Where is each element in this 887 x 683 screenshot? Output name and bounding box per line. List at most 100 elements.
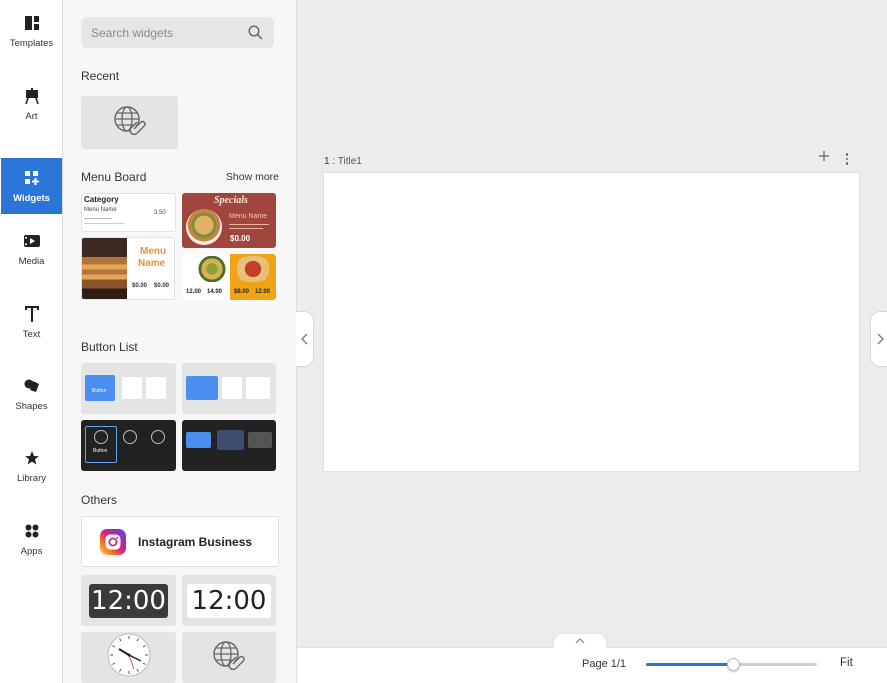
canvas-page[interactable] (324, 173, 859, 471)
specials-item-name: Menu Name (229, 213, 268, 220)
expand-page-strip-button[interactable] (553, 633, 607, 648)
easel-icon (23, 87, 41, 105)
kebab-dot (845, 157, 849, 161)
rail-item-label: Templates (9, 37, 54, 49)
button-preview-circle (123, 430, 137, 444)
kebab-dot (845, 162, 849, 165)
placeholder-line (84, 223, 124, 224)
pancake-image (82, 238, 127, 299)
digital-clock-light-widget[interactable]: 12:00 (182, 575, 276, 626)
button-preview-label: Button (93, 448, 108, 454)
burrito-food (234, 256, 272, 282)
text-icon (23, 305, 41, 323)
rail-item-label: Apps (20, 545, 43, 557)
rail-item-label: Art (25, 110, 38, 122)
food-grid-price-d: 12.00 (255, 289, 271, 295)
page-number: 1 (324, 156, 330, 167)
food-grid-price-c: $8.00 (234, 289, 250, 295)
digital-clock-dark-display: 12:00 (89, 583, 168, 618)
button-preview (217, 430, 244, 450)
category-heading: Category (84, 195, 119, 204)
page-more-options-button[interactable] (840, 151, 854, 167)
menu-board-section-title: Menu Board (81, 170, 147, 184)
media-icon (23, 232, 41, 250)
rail-item-art[interactable]: Art (1, 76, 62, 132)
placeholder-line (84, 218, 112, 219)
button-preview (222, 377, 242, 399)
salad-image (198, 256, 226, 282)
menu-board-menu-name-widget[interactable]: Menu Name $0.00 $0.00 (81, 237, 175, 300)
web-link-icon (211, 639, 247, 676)
category-item-price: 3.50 (154, 210, 166, 216)
digital-clock-light-display: 12:00 (187, 583, 271, 618)
menu-board-food-grid-widget[interactable]: 12.00 14.00 $8.00 12.00 (182, 254, 276, 300)
chevron-up-icon (575, 638, 585, 644)
add-page-button[interactable] (816, 150, 832, 166)
rail-item-label: Text (22, 328, 41, 340)
button-list-dark-widget-1[interactable]: Button (81, 420, 176, 471)
specials-heading: Specials (214, 195, 248, 206)
templates-icon (23, 14, 41, 32)
search-input[interactable] (81, 17, 274, 48)
button-preview-label: Button (92, 388, 107, 394)
fit-to-screen-button[interactable]: Fit (840, 657, 853, 669)
button-preview (122, 377, 142, 399)
menu-board-category-widget[interactable]: Category Menu Name 3.50 (81, 193, 176, 232)
instagram-business-label: Instagram Business (138, 534, 253, 549)
recent-widget-web-link[interactable] (81, 96, 178, 149)
rail-item-apps[interactable]: Apps (1, 511, 62, 567)
zoom-slider[interactable] (646, 658, 817, 671)
button-list-dark-widget-2[interactable] (182, 420, 276, 471)
menu-name-price-a: $0.00 (132, 283, 148, 289)
plus-icon (819, 151, 829, 161)
rail-item-widgets[interactable]: Widgets (1, 158, 62, 214)
rail-item-text[interactable]: Text (1, 294, 62, 350)
apps-icon (23, 522, 41, 540)
chevron-right-icon (877, 333, 884, 345)
food-plate-image (186, 209, 222, 245)
button-preview-selected (186, 376, 218, 400)
page-indicator: Page 1/1 (582, 658, 627, 670)
rail-item-shapes[interactable]: Shapes (1, 366, 62, 422)
food-grid-price-a: 12.00 (186, 289, 202, 295)
analog-clock-widget[interactable] (81, 632, 176, 683)
rail-item-library[interactable]: Library (1, 438, 62, 494)
placeholder-line (229, 224, 269, 225)
button-preview-selected (186, 432, 211, 448)
widgets-icon (23, 169, 41, 187)
rail-item-label: Library (16, 472, 47, 484)
page-title-label[interactable]: 1 : Title1 (324, 156, 362, 167)
rail-item-label: Shapes (15, 400, 48, 412)
button-preview-circle (94, 430, 108, 444)
category-item-name: Menu Name (84, 207, 117, 213)
food-grid-price-b: 14.00 (207, 289, 223, 295)
star-icon (23, 449, 41, 467)
chevron-left-icon (300, 333, 307, 345)
kebab-dot (845, 153, 849, 156)
analog-clock-icon (107, 633, 151, 682)
instagram-business-widget[interactable]: Instagram Business (81, 516, 279, 567)
zoom-slider-fill (646, 663, 734, 666)
collapse-panel-button[interactable] (296, 311, 314, 367)
search-icon[interactable] (248, 25, 264, 41)
shapes-icon (23, 377, 41, 395)
instagram-icon (100, 528, 126, 555)
rail-item-label: Media (18, 255, 45, 267)
button-list-section-title: Button List (81, 340, 138, 354)
button-list-light-widget-2[interactable] (182, 363, 276, 414)
button-list-light-widget-1[interactable]: Button (81, 363, 176, 414)
digital-clock-dark-widget[interactable]: 12:00 (81, 575, 176, 626)
rail-item-templates[interactable]: Templates (1, 3, 62, 59)
button-preview (246, 377, 270, 399)
menu-name-line2: Name (138, 258, 166, 269)
menu-board-show-more-link[interactable]: Show more (226, 171, 279, 183)
widget-panel: Recent Menu Board Show more Category Men… (63, 0, 297, 683)
expand-right-panel-button[interactable] (870, 311, 887, 367)
web-link-widget[interactable] (182, 632, 276, 683)
recent-section-title: Recent (81, 69, 120, 83)
menu-board-specials-widget[interactable]: Specials Menu Name $0.00 (182, 193, 276, 248)
specials-price: $0.00 (230, 234, 251, 243)
button-preview-circle (151, 430, 165, 444)
left-nav-rail: Templates Art Widgets Media Text Shapes (0, 0, 63, 683)
rail-item-media[interactable]: Media (1, 221, 62, 277)
